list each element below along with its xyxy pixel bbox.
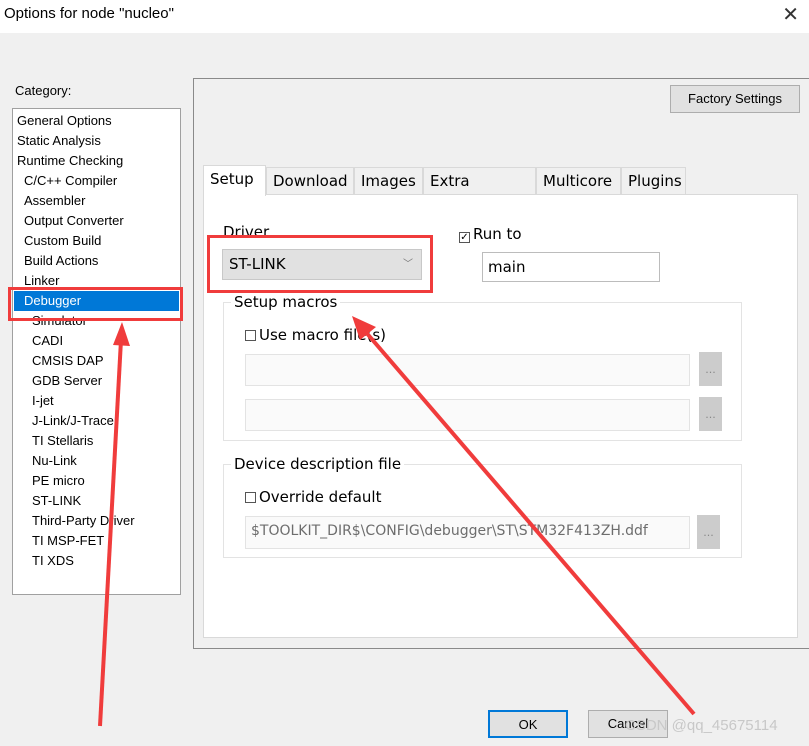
category-item[interactable]: ST-LINK bbox=[14, 491, 179, 511]
override-default-checkbox[interactable] bbox=[245, 492, 256, 503]
ddf-file-input[interactable]: $TOOLKIT_DIR$\CONFIG\debugger\ST\STM32F4… bbox=[245, 516, 690, 549]
category-item[interactable]: CMSIS DAP bbox=[14, 351, 179, 371]
tab-download[interactable]: Download bbox=[266, 167, 354, 195]
category-item[interactable]: C/C++ Compiler bbox=[14, 171, 179, 191]
category-item[interactable]: Custom Build bbox=[14, 231, 179, 251]
category-item[interactable]: I-jet bbox=[14, 391, 179, 411]
category-item[interactable]: Runtime Checking bbox=[14, 151, 179, 171]
tab-setup[interactable]: Setup bbox=[203, 165, 266, 196]
use-macro-option[interactable]: Use macro file(s) bbox=[245, 326, 386, 344]
run-to-label: Run to bbox=[473, 225, 522, 243]
category-list[interactable]: General Options Static Analysis Runtime Ch… bbox=[12, 108, 181, 595]
category-item[interactable]: PE micro bbox=[14, 471, 179, 491]
device-description-label: Device description file bbox=[231, 455, 405, 473]
override-default-option[interactable]: Override default bbox=[245, 488, 381, 506]
category-item[interactable]: CADI bbox=[14, 331, 179, 351]
category-item[interactable]: Static Analysis bbox=[14, 131, 179, 151]
category-item[interactable]: Output Converter bbox=[14, 211, 179, 231]
use-macro-checkbox[interactable] bbox=[245, 330, 256, 341]
title-bar: Options for node "nucleo" ✕ bbox=[0, 0, 809, 33]
macro-file-input-1[interactable] bbox=[245, 354, 690, 386]
category-item[interactable]: Assembler bbox=[14, 191, 179, 211]
close-icon[interactable]: ✕ bbox=[782, 2, 799, 26]
tab-images[interactable]: Images bbox=[354, 167, 423, 195]
category-item[interactable]: Third-Party Driver bbox=[14, 511, 179, 531]
run-to-input[interactable]: main bbox=[482, 252, 660, 282]
watermark: CSDN @qq_45675114 bbox=[625, 717, 778, 734]
window-title: Options for node "nucleo" bbox=[4, 5, 174, 22]
override-default-label: Override default bbox=[259, 488, 382, 506]
browse-ddf-button[interactable]: ... bbox=[697, 515, 720, 549]
run-to-option[interactable]: ✓ Run to bbox=[459, 225, 522, 243]
category-item[interactable]: J-Link/J-Trace bbox=[14, 411, 179, 431]
ok-button[interactable]: OK bbox=[488, 710, 568, 738]
category-item[interactable]: TI Stellaris bbox=[14, 431, 179, 451]
category-item[interactable]: Build Actions bbox=[14, 251, 179, 271]
category-item[interactable]: TI XDS bbox=[14, 551, 179, 571]
browse-macro-2-button[interactable]: ... bbox=[699, 397, 722, 431]
category-item[interactable]: General Options bbox=[14, 111, 179, 131]
category-item[interactable]: GDB Server bbox=[14, 371, 179, 391]
browse-macro-1-button[interactable]: ... bbox=[699, 352, 722, 386]
use-macro-label: Use macro file(s) bbox=[259, 326, 386, 344]
category-item[interactable]: TI MSP-FET bbox=[14, 531, 179, 551]
run-to-checkbox[interactable]: ✓ bbox=[459, 232, 470, 243]
tab-multicore[interactable]: Multicore bbox=[536, 167, 621, 195]
tab-plugins[interactable]: Plugins bbox=[621, 167, 686, 195]
driver-highlight-box bbox=[207, 235, 433, 293]
debugger-highlight-box bbox=[8, 287, 183, 321]
macro-file-input-2[interactable] bbox=[245, 399, 690, 431]
setup-macros-label: Setup macros bbox=[231, 293, 341, 311]
category-item[interactable]: Nu-Link bbox=[14, 451, 179, 471]
factory-settings-button[interactable]: Factory Settings bbox=[670, 85, 800, 113]
category-label: Category: bbox=[15, 83, 72, 98]
tab-extra-options[interactable]: Extra Options bbox=[423, 167, 536, 216]
